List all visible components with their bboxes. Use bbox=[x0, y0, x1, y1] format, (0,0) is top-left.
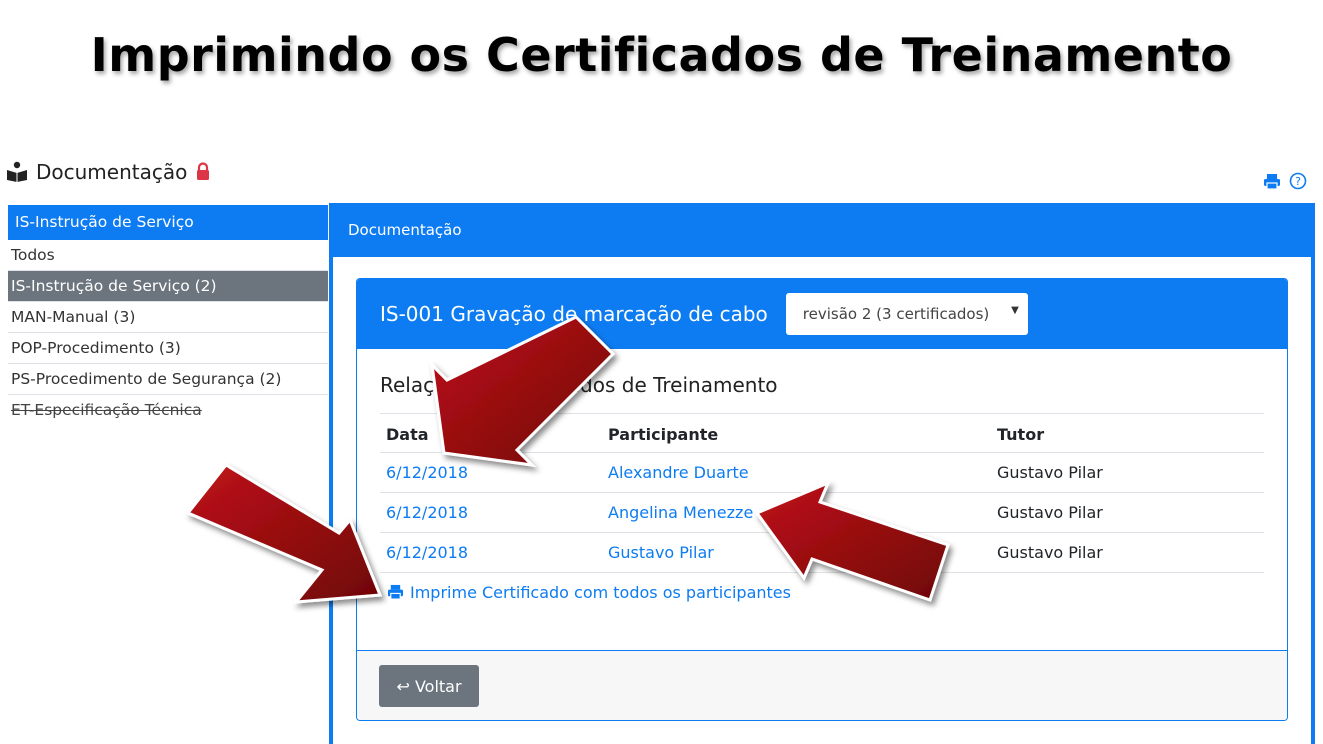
column-header-date: Data bbox=[380, 414, 602, 453]
participant-link[interactable]: Alexandre Duarte bbox=[608, 463, 749, 482]
column-header-tutor: Tutor bbox=[991, 414, 1264, 453]
section-title: Relação de Certificados de Treinamento bbox=[380, 373, 1264, 414]
card-footer: ↩ Voltar bbox=[357, 650, 1287, 720]
table-row: 6/12/2018 Gustavo Pilar Gustavo Pilar bbox=[380, 532, 1264, 573]
back-button[interactable]: ↩ Voltar bbox=[379, 665, 479, 707]
sidebar-item-ps[interactable]: PS-Procedimento de Segurança (2) bbox=[8, 364, 328, 395]
document-card: IS-001 Gravação de marcação de cabo revi… bbox=[356, 278, 1288, 721]
certificates-table: Data Participante Tutor 6/12/2018 Alexan… bbox=[380, 414, 1264, 573]
page-header: Documentação bbox=[6, 160, 211, 184]
header-actions: ? bbox=[1263, 172, 1307, 190]
main-panel: Documentação IS-001 Gravação de marcação… bbox=[329, 203, 1315, 744]
table-row: 6/12/2018 Alexandre Duarte Gustavo Pilar bbox=[380, 452, 1264, 493]
page-title: Documentação bbox=[36, 160, 188, 184]
table-row: 6/12/2018 Angelina Menezze Gustavo Pilar bbox=[380, 492, 1264, 533]
print-icon bbox=[387, 584, 404, 600]
print-all-label: Imprime Certificado com todos os partici… bbox=[410, 582, 791, 602]
chevron-down-icon: ▼ bbox=[1011, 305, 1019, 316]
breadcrumb: Documentação bbox=[348, 221, 462, 239]
date-link[interactable]: 6/12/2018 bbox=[386, 463, 468, 482]
card-header: IS-001 Gravação de marcação de cabo revi… bbox=[357, 279, 1287, 349]
revision-select-value: revisão 2 (3 certificados) bbox=[802, 305, 990, 323]
svg-text:?: ? bbox=[1295, 175, 1301, 188]
sidebar-item-todos[interactable]: Todos bbox=[8, 240, 328, 271]
participant-link[interactable]: Gustavo Pilar bbox=[608, 543, 714, 562]
main-body: IS-001 Gravação de marcação de cabo revi… bbox=[333, 257, 1311, 744]
table-header-row: Data Participante Tutor bbox=[380, 414, 1264, 453]
document-title: IS-001 Gravação de marcação de cabo bbox=[380, 302, 768, 326]
participant-link[interactable]: Angelina Menezze bbox=[608, 503, 753, 522]
lock-icon bbox=[197, 162, 210, 180]
revision-select[interactable]: revisão 2 (3 certificados) ▼ bbox=[785, 293, 1028, 335]
date-link[interactable]: 6/12/2018 bbox=[386, 543, 468, 562]
tutor-cell: Gustavo Pilar bbox=[991, 532, 1264, 573]
date-link[interactable]: 6/12/2018 bbox=[386, 503, 468, 522]
sidebar-item-is[interactable]: IS-Instrução de Serviço (2) bbox=[8, 271, 328, 302]
sidebar-item-man[interactable]: MAN-Manual (3) bbox=[8, 302, 328, 333]
tutor-cell: Gustavo Pilar bbox=[991, 452, 1264, 493]
sidebar: IS-Instrução de Serviço Todos IS-Instruç… bbox=[8, 205, 328, 426]
card-body: Relação de Certificados de Treinamento D… bbox=[357, 349, 1287, 602]
column-header-participant: Participante bbox=[602, 414, 991, 453]
print-all-link[interactable]: Imprime Certificado com todos os partici… bbox=[387, 583, 1264, 602]
tutor-cell: Gustavo Pilar bbox=[991, 492, 1264, 533]
sidebar-item-et[interactable]: ET-Especificação Técnica bbox=[8, 395, 328, 426]
sidebar-header: IS-Instrução de Serviço bbox=[8, 205, 328, 240]
sidebar-item-pop[interactable]: POP-Procedimento (3) bbox=[8, 333, 328, 364]
print-icon[interactable] bbox=[1263, 173, 1281, 190]
slide-title: Imprimindo os Certificados de Treinament… bbox=[90, 28, 1233, 82]
book-reader-icon bbox=[7, 161, 27, 182]
help-icon[interactable]: ? bbox=[1289, 172, 1307, 190]
